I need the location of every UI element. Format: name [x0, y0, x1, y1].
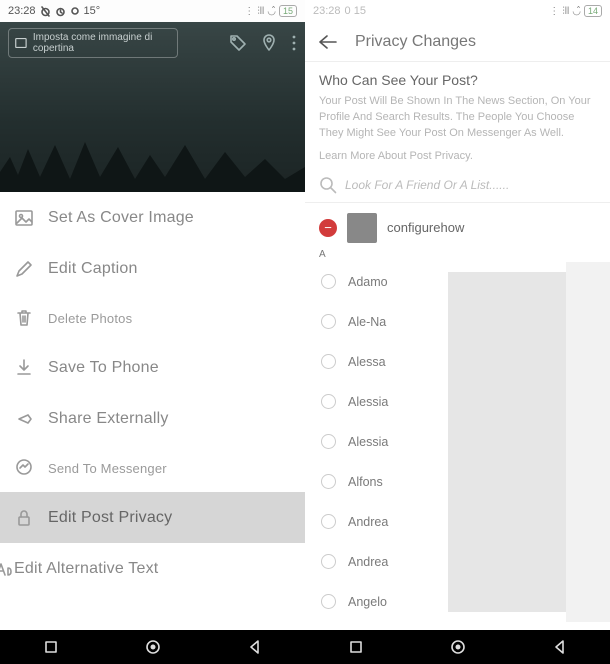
alpha-header: A: [305, 247, 610, 262]
friend-name: Adamo: [348, 275, 388, 289]
menu-item-label: Share Externally: [48, 410, 169, 428]
menu-item-edit-privacy[interactable]: Edit Post Privacy: [0, 492, 305, 543]
remove-badge-icon[interactable]: −: [319, 219, 337, 237]
menu-item-send-messenger[interactable]: Send To Messenger: [0, 444, 305, 492]
page-title: Privacy Changes: [355, 33, 476, 51]
selected-name: configurehow: [387, 220, 464, 235]
avatar: [347, 213, 377, 243]
nav-recent-icon[interactable]: [43, 639, 59, 655]
menu-item-delete-photos[interactable]: Delete Photos: [0, 294, 305, 342]
photo-hero: Imposta come immagine di copertina: [0, 22, 305, 192]
location-icon[interactable]: [261, 34, 277, 52]
bluetooth-icon: ⋮: [549, 6, 559, 17]
wifi-icon: ◡̂: [267, 6, 276, 17]
pencil-icon: [14, 259, 34, 279]
image-placeholder-icon: [15, 36, 27, 50]
friend-name: Alessa: [348, 355, 386, 369]
radio-icon[interactable]: [321, 434, 336, 449]
menu-item-label: Save To Phone: [48, 359, 159, 377]
nav-back-icon[interactable]: [552, 639, 568, 655]
menu-item-label: Send To Messenger: [48, 461, 167, 476]
menu-item-set-cover[interactable]: Set As Cover Image: [0, 192, 305, 243]
lock-icon: [14, 508, 34, 528]
search-input[interactable]: [345, 178, 596, 192]
tag-icon[interactable]: [229, 34, 247, 52]
signal-icon: ⫶ll: [257, 6, 264, 17]
radio-icon[interactable]: [321, 474, 336, 489]
phone-left: 23:28 15° ⋮ ⫶ll ◡̂ 15 Imposta come immag…: [0, 0, 305, 664]
friend-name: Alessia: [348, 395, 388, 409]
menu-item-save-phone[interactable]: Save To Phone: [0, 342, 305, 393]
friend-name: Andrea: [348, 515, 388, 529]
topbar: Privacy Changes: [305, 22, 610, 62]
trash-icon: [14, 308, 34, 328]
friend-name: Alfons: [348, 475, 383, 489]
cover-chip[interactable]: Imposta come immagine di copertina: [8, 28, 178, 58]
android-navbar: [0, 630, 305, 664]
nav-home-icon[interactable]: [449, 638, 467, 656]
download-icon: [14, 358, 34, 378]
friend-name: Alessia: [348, 435, 388, 449]
cover-chip-label: Imposta come immagine di copertina: [33, 32, 171, 54]
battery-icon: 15: [279, 5, 297, 17]
more-icon[interactable]: [291, 34, 297, 52]
share-icon: [14, 409, 34, 429]
alt-text-icon: [0, 559, 14, 579]
nav-recent-icon[interactable]: [348, 639, 364, 655]
menu-item-edit-alt[interactable]: Edit Alternative Text: [0, 543, 305, 594]
radio-icon[interactable]: [321, 594, 336, 609]
nav-home-icon[interactable]: [144, 638, 162, 656]
status-temp: 15°: [84, 5, 101, 17]
friends-list: Adamo Ale-Na Alessa Alessia Alessia Alfons And…: [305, 262, 610, 622]
action-menu: Set As Cover Image Edit Caption Delete Pho…: [0, 192, 305, 594]
radio-icon[interactable]: [321, 314, 336, 329]
image-icon: [14, 208, 34, 228]
menu-item-label: Edit Alternative Text: [14, 560, 158, 578]
nav-back-icon[interactable]: [247, 639, 263, 655]
friend-name: Andrea: [348, 555, 388, 569]
android-navbar: [305, 630, 610, 664]
menu-item-label: Edit Post Privacy: [48, 509, 172, 527]
search-bar: [305, 168, 610, 203]
alarm-icon: [55, 6, 66, 17]
radio-icon[interactable]: [321, 554, 336, 569]
wifi-icon: ◡̂: [572, 6, 581, 17]
radio-icon[interactable]: [321, 514, 336, 529]
messenger-icon: [14, 458, 34, 478]
menu-item-share-ext[interactable]: Share Externally: [0, 393, 305, 444]
status-time: 23:28: [8, 5, 36, 17]
battery-icon: 14: [584, 5, 602, 17]
section-desc: Your Post Will Be Shown In The News Sect…: [319, 94, 596, 142]
bluetooth-icon: ⋮: [244, 6, 254, 17]
status-bar: 23:28 15° ⋮ ⫶ll ◡̂ 15: [0, 0, 305, 22]
status-bar: 23:28 0 15 ⋮ ⫶ll ◡̂ 14: [305, 0, 610, 22]
weather-icon: [70, 6, 80, 16]
menu-item-label: Set As Cover Image: [48, 209, 194, 227]
friend-name: Angelo: [348, 595, 387, 609]
status-time: 23:28: [313, 5, 341, 17]
status-extra: 0 15: [345, 5, 366, 17]
scroll-gutter: [566, 262, 610, 622]
menu-item-label: Edit Caption: [48, 260, 138, 278]
learn-more-link[interactable]: Learn More About Post Privacy.: [319, 150, 596, 162]
alarm-off-icon: [40, 6, 51, 17]
menu-item-edit-caption[interactable]: Edit Caption: [0, 243, 305, 294]
back-arrow-icon[interactable]: [319, 35, 337, 49]
search-icon: [319, 176, 337, 194]
scrollbar[interactable]: [448, 272, 566, 612]
menu-item-label: Delete Photos: [48, 311, 132, 326]
radio-icon[interactable]: [321, 354, 336, 369]
section-heading: Who Can See Your Post?: [319, 72, 596, 88]
phone-right: 23:28 0 15 ⋮ ⫶ll ◡̂ 14 Privacy Changes W…: [305, 0, 610, 664]
privacy-section: Who Can See Your Post? Your Post Will Be…: [305, 62, 610, 168]
friend-name: Ale-Na: [348, 315, 386, 329]
selected-friend-row: − configurehow: [305, 203, 610, 247]
signal-icon: ⫶ll: [562, 6, 569, 17]
radio-icon[interactable]: [321, 394, 336, 409]
tree-silhouette: [0, 137, 305, 192]
radio-icon[interactable]: [321, 274, 336, 289]
